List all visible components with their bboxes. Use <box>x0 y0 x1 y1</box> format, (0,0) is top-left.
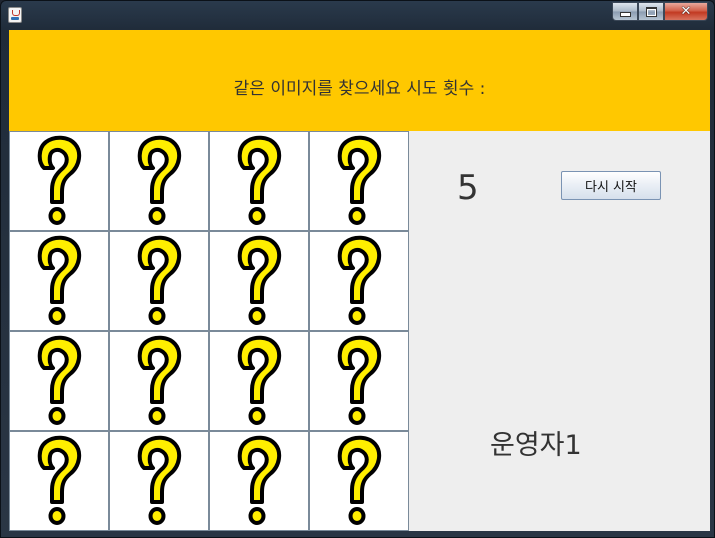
memory-card[interactable] <box>9 231 109 331</box>
question-mark-icon <box>237 135 282 225</box>
content-pane: 같은 이미지를 찾으세요 시도 횟수 : 5 다시 시작 운영자1 <box>9 30 710 531</box>
java-app-icon <box>8 7 22 23</box>
minimize-icon <box>619 12 631 17</box>
minimize-button[interactable] <box>612 2 638 21</box>
memory-card[interactable] <box>209 331 309 431</box>
close-icon: ✕ <box>680 4 692 19</box>
question-mark-icon <box>37 335 82 425</box>
memory-card[interactable] <box>109 231 209 331</box>
question-mark-icon <box>137 435 182 525</box>
question-mark-icon <box>237 335 282 425</box>
maximize-icon <box>645 6 657 17</box>
question-mark-icon <box>337 235 382 325</box>
memory-card[interactable] <box>9 331 109 431</box>
memory-card[interactable] <box>309 431 409 531</box>
question-mark-icon <box>137 335 182 425</box>
window-controls: ✕ <box>612 2 708 21</box>
question-mark-icon <box>137 135 182 225</box>
memory-card[interactable] <box>309 231 409 331</box>
question-mark-icon <box>337 135 382 225</box>
question-mark-icon <box>37 235 82 325</box>
memory-card[interactable] <box>109 331 209 431</box>
memory-card[interactable] <box>9 131 109 231</box>
close-button[interactable]: ✕ <box>664 2 708 21</box>
attempt-count: 5 <box>457 168 479 208</box>
restart-button[interactable]: 다시 시작 <box>561 171 661 200</box>
memory-card[interactable] <box>209 131 309 231</box>
operator-label: 운영자1 <box>490 430 582 461</box>
memory-card[interactable] <box>209 231 309 331</box>
question-mark-icon <box>37 435 82 525</box>
header-panel: 같은 이미지를 찾으세요 시도 횟수 : <box>9 30 710 131</box>
question-mark-icon <box>37 135 82 225</box>
question-mark-icon <box>137 235 182 325</box>
question-mark-icon <box>337 335 382 425</box>
memory-card[interactable] <box>309 331 409 431</box>
memory-card[interactable] <box>109 431 209 531</box>
app-window: ✕ 같은 이미지를 찾으세요 시도 횟수 : 5 다시 시작 운영자1 <box>0 0 715 538</box>
memory-card[interactable] <box>209 431 309 531</box>
memory-card[interactable] <box>9 431 109 531</box>
maximize-button[interactable] <box>638 2 664 21</box>
header-label: 같은 이미지를 찾으세요 시도 횟수 : <box>233 79 486 99</box>
question-mark-icon <box>237 435 282 525</box>
memory-card[interactable] <box>109 131 209 231</box>
question-mark-icon <box>337 435 382 525</box>
card-grid <box>9 131 409 531</box>
question-mark-icon <box>237 235 282 325</box>
title-bar[interactable]: ✕ <box>1 1 714 29</box>
memory-card[interactable] <box>309 131 409 231</box>
